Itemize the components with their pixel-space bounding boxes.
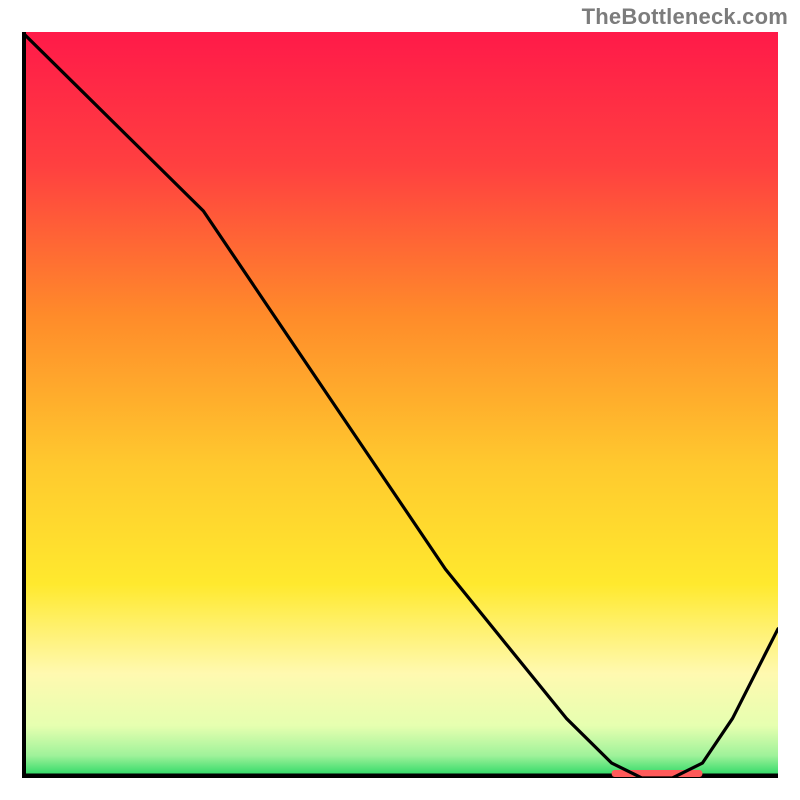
attribution-text: TheBottleneck.com — [582, 4, 788, 30]
chart-area — [22, 32, 778, 778]
chart-svg — [22, 32, 778, 778]
